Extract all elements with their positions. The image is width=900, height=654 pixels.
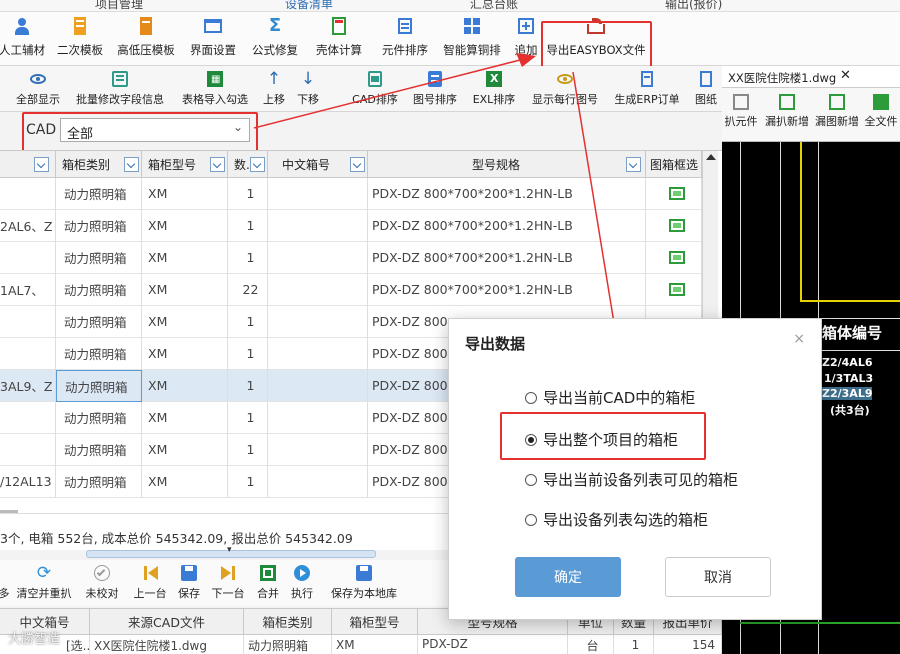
radio-export-visible-list[interactable]: 导出当前设备列表可见的箱柜 xyxy=(525,469,738,490)
export-data-dialog: 导出数据 × 导出当前CAD中的箱柜 导出整个项目的箱柜 导出当前设备列表可见的… xyxy=(448,318,822,620)
ok-button[interactable]: 确定 xyxy=(515,557,621,597)
radio-circle-icon xyxy=(525,391,537,404)
dialog-title: 导出数据 xyxy=(465,335,526,353)
radio-circle-icon xyxy=(525,513,537,526)
highlight-selected-option xyxy=(500,412,706,460)
radio-export-checked-list[interactable]: 导出设备列表勾选的箱柜 xyxy=(525,509,708,530)
arrow-line xyxy=(253,59,521,129)
close-icon[interactable]: × xyxy=(793,331,805,347)
radio-circle-icon xyxy=(525,473,537,486)
radio-export-current-cad[interactable]: 导出当前CAD中的箱柜 xyxy=(525,387,695,408)
cancel-button[interactable]: 取消 xyxy=(665,557,771,597)
arrow-head xyxy=(516,53,536,67)
